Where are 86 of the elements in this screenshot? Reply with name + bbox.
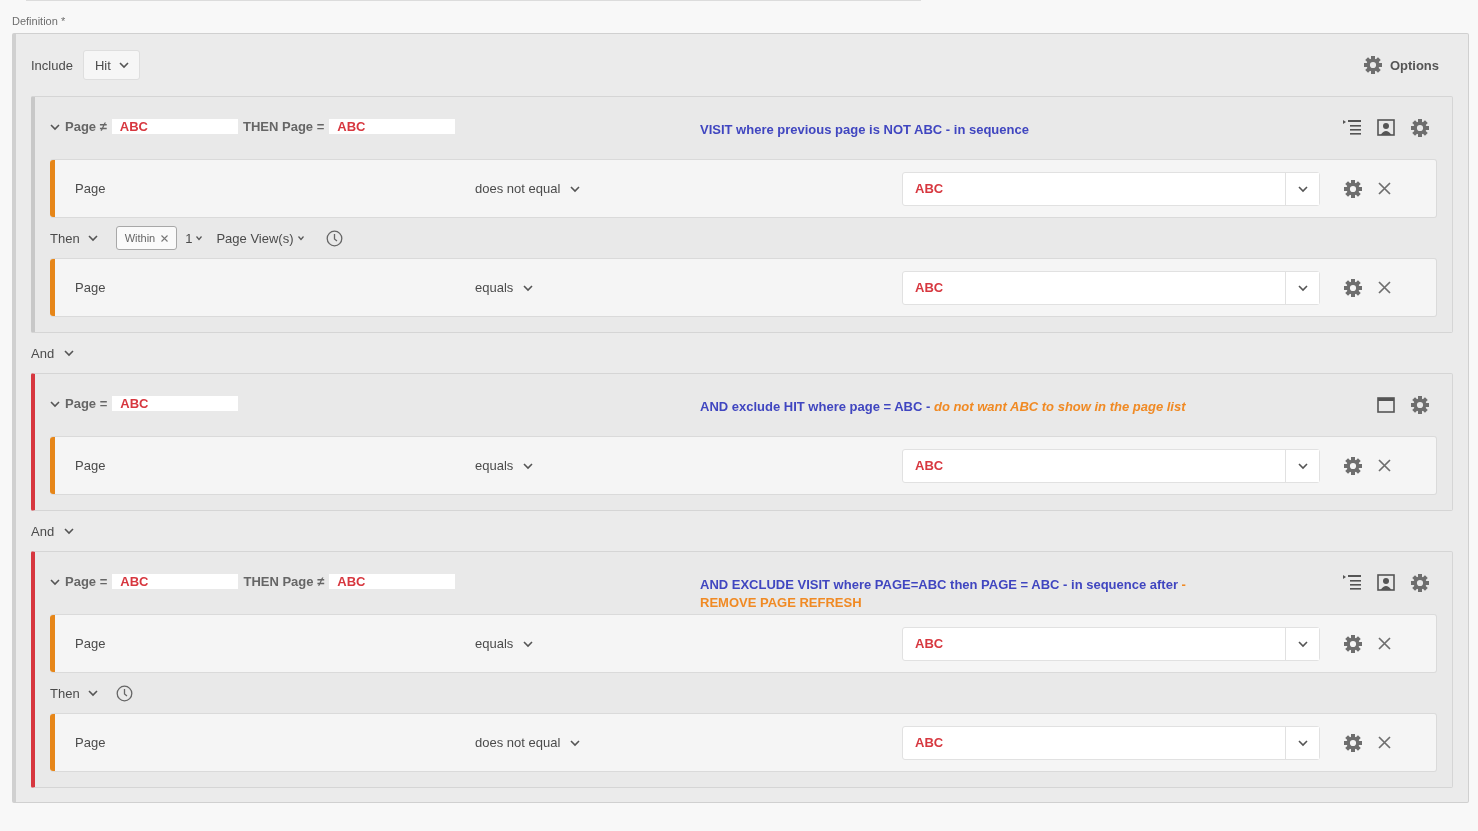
person-frame-icon[interactable] bbox=[1377, 119, 1395, 137]
chevron-down-icon[interactable] bbox=[50, 398, 60, 409]
window-icon[interactable] bbox=[1377, 397, 1395, 413]
include-dropdown[interactable]: Hit bbox=[82, 50, 140, 80]
chevron-down-icon bbox=[1297, 282, 1308, 293]
dimension-label: Page bbox=[74, 735, 107, 750]
include-label: Include bbox=[31, 57, 73, 73]
dimension-label: Page bbox=[74, 458, 107, 473]
chevron-down-icon bbox=[1297, 183, 1308, 194]
options-button[interactable]: Options bbox=[1363, 56, 1453, 74]
container-title: Page ≠ bbox=[65, 119, 107, 134]
chevron-down-icon bbox=[118, 60, 129, 70]
chevron-down-icon[interactable] bbox=[297, 235, 304, 241]
settings-icon[interactable] bbox=[1344, 179, 1362, 198]
chevron-down-icon[interactable] bbox=[50, 576, 60, 587]
value-field[interactable]: ABC bbox=[902, 171, 1320, 206]
container-title: Page = bbox=[65, 396, 108, 411]
close-icon[interactable] bbox=[161, 234, 169, 242]
logic-dropdown[interactable]: And bbox=[31, 345, 75, 361]
settings-icon[interactable] bbox=[1411, 396, 1429, 414]
chevron-down-icon bbox=[523, 282, 534, 293]
operator-dropdown[interactable]: equals bbox=[475, 636, 534, 651]
chevron-down-icon bbox=[523, 460, 534, 471]
settings-icon[interactable] bbox=[1411, 574, 1429, 592]
close-icon[interactable] bbox=[1378, 736, 1391, 749]
operator-dropdown[interactable]: does not equal bbox=[475, 181, 581, 196]
chevron-down-icon bbox=[87, 688, 98, 698]
settings-icon[interactable] bbox=[1411, 119, 1429, 137]
chevron-down-icon bbox=[570, 183, 581, 194]
unit-dropdown[interactable]: Page View(s) bbox=[216, 230, 304, 246]
list-icon[interactable] bbox=[1343, 574, 1361, 592]
annotation-text: AND EXCLUDE VISIT where PAGE=ABC then PAGE = ABC - in sequence after - REMOVE PAGE REFRESH bbox=[700, 576, 1187, 612]
clock-icon[interactable] bbox=[325, 229, 343, 247]
chevron-down-icon bbox=[1297, 460, 1308, 471]
chevron-down-icon[interactable] bbox=[196, 235, 203, 241]
then-dropdown[interactable]: Then bbox=[50, 685, 98, 701]
settings-icon[interactable] bbox=[1344, 278, 1362, 297]
close-icon[interactable] bbox=[1378, 281, 1391, 294]
within-tag[interactable]: Within bbox=[115, 226, 178, 250]
drag-handle[interactable] bbox=[50, 259, 55, 316]
value-field[interactable]: ABC bbox=[902, 270, 1320, 305]
settings-icon[interactable] bbox=[1344, 456, 1362, 475]
value-field[interactable]: ABC bbox=[902, 448, 1320, 483]
chevron-down-icon bbox=[570, 737, 581, 748]
logic-dropdown[interactable]: And bbox=[31, 523, 75, 539]
chevron-down-icon bbox=[64, 526, 75, 536]
chevron-down-icon bbox=[1297, 638, 1308, 649]
chevron-down-icon bbox=[1297, 737, 1308, 748]
close-icon[interactable] bbox=[1378, 182, 1391, 195]
operator-dropdown[interactable]: equals bbox=[475, 280, 534, 295]
then-dropdown[interactable]: Then bbox=[50, 230, 98, 246]
settings-icon[interactable] bbox=[1344, 634, 1362, 653]
chevron-down-icon bbox=[64, 348, 75, 358]
list-icon[interactable] bbox=[1343, 119, 1361, 137]
redacted-value: ABC bbox=[112, 396, 239, 411]
value-field[interactable]: ABC bbox=[902, 626, 1320, 661]
clock-icon[interactable] bbox=[115, 684, 133, 702]
settings-icon[interactable] bbox=[1363, 56, 1382, 74]
container-title: Page = bbox=[65, 574, 108, 589]
operator-dropdown[interactable]: does not equal bbox=[475, 735, 581, 750]
annotation-text: AND exclude HIT where page = ABC - do not want ABC to show in the page list bbox=[700, 398, 1187, 416]
close-icon[interactable] bbox=[1378, 459, 1391, 472]
operator-dropdown[interactable]: equals bbox=[475, 458, 534, 473]
chevron-down-icon[interactable] bbox=[50, 121, 60, 132]
value-field[interactable]: ABC bbox=[902, 725, 1320, 760]
redacted-value: ABC bbox=[329, 119, 456, 134]
person-frame-icon[interactable] bbox=[1377, 574, 1395, 592]
annotation-text: VISIT where previous page is NOT ABC - in sequence bbox=[700, 121, 1030, 139]
container-title: THEN Page ≠ bbox=[243, 574, 325, 589]
dimension-label: Page bbox=[74, 636, 107, 651]
chevron-down-icon bbox=[87, 233, 98, 243]
drag-handle[interactable] bbox=[50, 160, 55, 217]
redacted-value: ABC bbox=[112, 574, 239, 589]
drag-handle[interactable] bbox=[50, 615, 55, 672]
chevron-down-icon bbox=[523, 638, 534, 649]
drag-handle[interactable] bbox=[50, 714, 55, 771]
close-icon[interactable] bbox=[1378, 637, 1391, 650]
dimension-label: Page bbox=[74, 280, 107, 295]
field-label: Definition * bbox=[12, 15, 66, 27]
drag-handle[interactable] bbox=[50, 437, 55, 494]
redacted-value: ABC bbox=[329, 574, 456, 589]
container-title: THEN Page = bbox=[243, 119, 325, 134]
settings-icon[interactable] bbox=[1344, 733, 1362, 752]
dimension-label: Page bbox=[74, 181, 107, 196]
count-dropdown[interactable]: 1 bbox=[185, 230, 203, 246]
redacted-value: ABC bbox=[111, 119, 238, 134]
